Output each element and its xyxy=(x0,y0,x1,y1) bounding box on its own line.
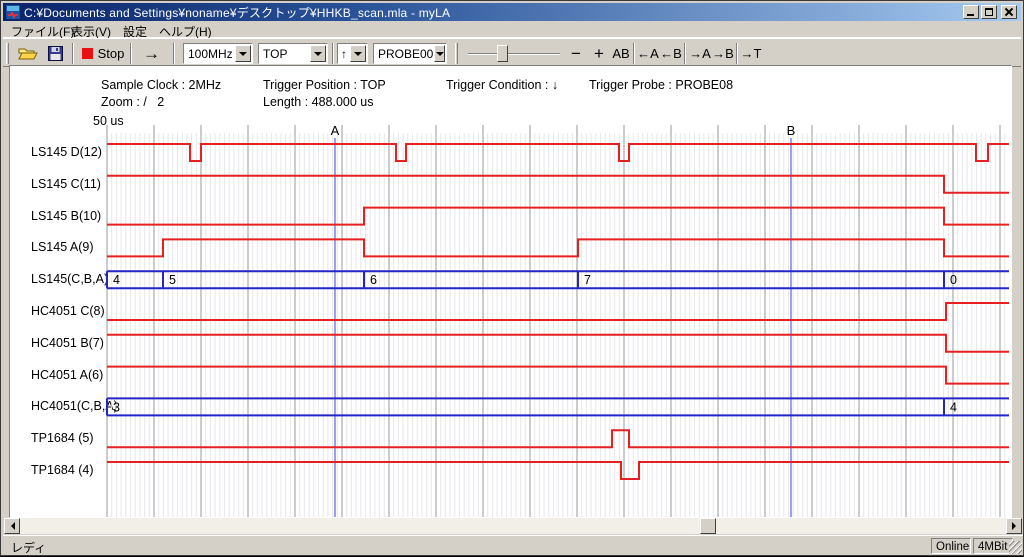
channel-label: LS145 C(11) xyxy=(31,177,101,191)
waveform-view[interactable] xyxy=(9,65,1012,518)
move-b-left-button[interactable]: ←B xyxy=(660,42,682,65)
scroll-right-button[interactable] xyxy=(1006,518,1022,534)
toolbar: Stop → 100MHz TOP ↑ PROBE00 − + AB xyxy=(3,38,1021,67)
open-folder-icon xyxy=(18,46,38,61)
channel-label: HC4051 B(7) xyxy=(31,336,104,350)
trigger-edge-select[interactable]: ↑ xyxy=(337,43,368,64)
probe-select[interactable]: PROBE00 xyxy=(373,43,447,64)
scroll-right-icon xyxy=(1012,522,1020,530)
status-bar: レディ Online 4MBit xyxy=(3,535,1023,555)
move-a-left-button[interactable]: ←A xyxy=(637,42,659,65)
trigger-probe-text: Trigger Probe : PROBE08 xyxy=(589,78,733,92)
save-file-button[interactable] xyxy=(43,42,67,65)
scroll-left-button[interactable] xyxy=(4,518,20,534)
toolbar-separator xyxy=(130,43,132,64)
sample-clock-text: Sample Clock : 2MHz xyxy=(101,78,221,92)
zoom-in-button[interactable]: + xyxy=(589,42,609,65)
app-icon xyxy=(6,5,20,19)
move-b-right-button[interactable]: →B xyxy=(712,42,734,65)
minimize-icon xyxy=(967,14,974,16)
zoom-slider-thumb[interactable] xyxy=(497,45,508,62)
left-a-icon: ←A xyxy=(637,46,659,61)
zoom-out-button[interactable]: − xyxy=(566,42,586,65)
maximize-icon xyxy=(985,8,993,16)
horizontal-scrollbar[interactable] xyxy=(4,518,1022,534)
goto-trigger-button[interactable]: →T xyxy=(740,42,762,65)
dropdown-arrow-icon[interactable] xyxy=(310,45,326,62)
channel-label: LS145 A(9) xyxy=(31,240,94,254)
channel-label: LS145 D(12) xyxy=(31,145,102,159)
left-b-icon: ←B xyxy=(660,46,682,61)
window-title: C:¥Documents and Settings¥noname¥デスクトップ¥… xyxy=(24,4,450,21)
toolbar-separator xyxy=(72,43,74,64)
sample-rate-value: 100MHz xyxy=(184,44,234,63)
toolbar-separator xyxy=(173,43,175,64)
dropdown-arrow-icon[interactable] xyxy=(350,45,366,62)
stop-label: Stop xyxy=(98,46,125,61)
toolbar-separator xyxy=(684,43,686,64)
scrollbar-thumb[interactable] xyxy=(700,518,716,534)
right-b-icon: →B xyxy=(712,46,734,61)
toolbar-separator xyxy=(633,43,635,64)
probe-value: PROBE00 xyxy=(374,44,433,63)
toolbar-separator xyxy=(736,43,738,64)
time-scale-label: 50 us xyxy=(93,114,124,128)
save-floppy-icon xyxy=(48,46,63,61)
close-button[interactable] xyxy=(1001,5,1017,19)
length-text: Length : 488.000 us xyxy=(263,95,374,109)
move-a-right-button[interactable]: →A xyxy=(689,42,711,65)
zoom-text: Zoom : / 2 xyxy=(101,95,164,109)
maximize-button[interactable] xyxy=(981,5,997,19)
channel-label: TP1684 (4) xyxy=(31,463,94,477)
ab-span-button[interactable]: AB xyxy=(610,42,632,65)
channel-label: LS145 B(10) xyxy=(31,209,101,223)
trigger-position-value: TOP xyxy=(259,44,309,63)
plus-icon: + xyxy=(594,44,604,64)
menu-bar: ファイル(F) 表示(V) 設定 ヘルプ(H) xyxy=(3,21,1021,38)
trigger-edge-value: ↑ xyxy=(338,44,349,63)
sample-rate-select[interactable]: 100MHz xyxy=(183,43,253,64)
right-t-icon: →T xyxy=(741,46,762,61)
run-button[interactable]: → xyxy=(135,42,168,65)
channel-label: HC4051 A(6) xyxy=(31,368,103,382)
status-ready-text: レディ xyxy=(11,539,46,556)
minus-icon: − xyxy=(571,44,581,64)
toolbar-gripper xyxy=(6,43,9,64)
right-a-icon: →A xyxy=(689,46,711,61)
run-arrow-icon: → xyxy=(143,44,160,64)
channel-label: HC4051 C(8) xyxy=(31,304,105,318)
ab-label: AB xyxy=(612,46,629,61)
channel-label: HC4051(C,B,A) xyxy=(31,399,118,413)
trigger-condition-text: Trigger Condition : ↓ xyxy=(446,78,558,92)
app-window: C:¥Documents and Settings¥noname¥デスクトップ¥… xyxy=(0,0,1024,556)
dropdown-arrow-icon[interactable] xyxy=(434,45,445,62)
channel-label: TP1684 (5) xyxy=(31,431,94,445)
channel-label: LS145(C,B,A) xyxy=(31,272,108,286)
trigger-position-text: Trigger Position : TOP xyxy=(263,78,386,92)
memory-size-badge: 4MBit xyxy=(973,538,1013,554)
online-status-badge: Online xyxy=(931,538,971,554)
scroll-left-icon xyxy=(7,522,15,530)
resize-grip-icon[interactable] xyxy=(1009,541,1022,554)
dropdown-arrow-icon[interactable] xyxy=(235,45,251,62)
toolbar-gripper xyxy=(455,43,458,64)
stop-button[interactable]: Stop xyxy=(79,42,127,65)
open-file-button[interactable] xyxy=(15,42,41,65)
title-bar: C:¥Documents and Settings¥noname¥デスクトップ¥… xyxy=(3,3,1021,21)
stop-square-icon xyxy=(82,48,93,59)
trigger-position-select[interactable]: TOP xyxy=(258,43,328,64)
toolbar-separator xyxy=(332,43,334,64)
zoom-slider-track[interactable] xyxy=(468,53,560,55)
minimize-button[interactable] xyxy=(963,5,979,19)
